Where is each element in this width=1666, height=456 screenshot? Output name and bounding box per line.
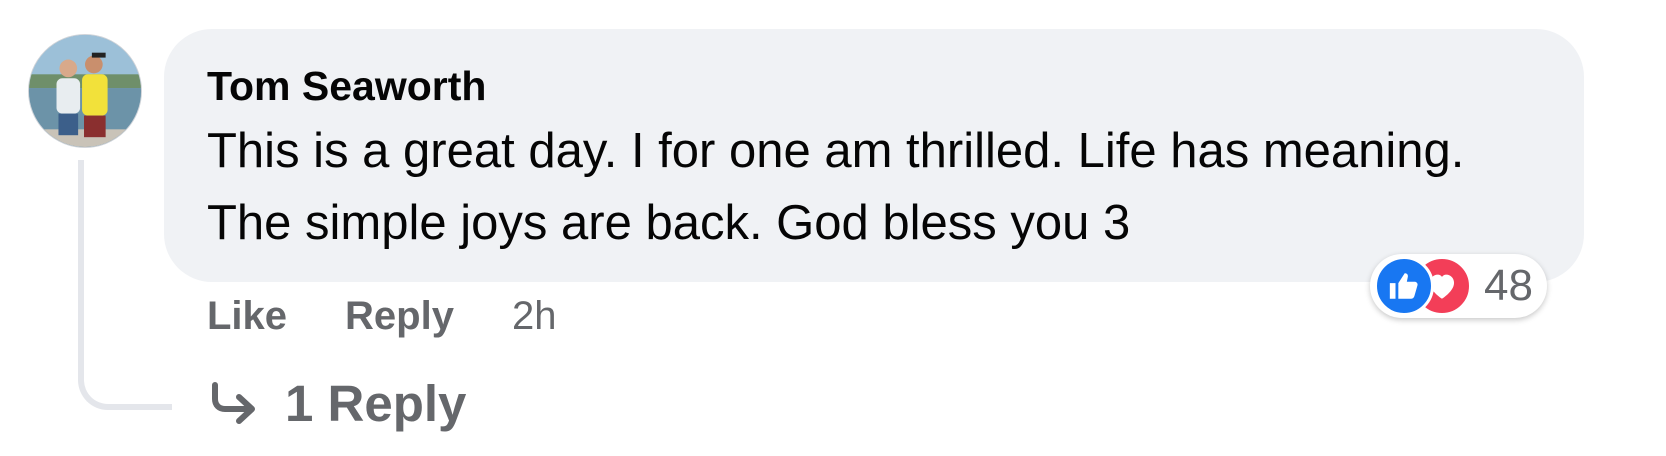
- like-button[interactable]: Like: [207, 294, 287, 339]
- reply-arrow-icon: [212, 382, 255, 424]
- reply-thread-line: [78, 160, 172, 410]
- comment-text: This is a great day. I for one am thrill…: [207, 124, 1465, 250]
- avatar[interactable]: [28, 34, 142, 148]
- reactions-summary[interactable]: 48: [1370, 254, 1547, 318]
- comment-author[interactable]: Tom Seaworth: [207, 61, 1544, 111]
- comment-actions: Like Reply 2h: [207, 288, 556, 344]
- reply-button[interactable]: Reply: [345, 294, 454, 339]
- like-reaction-icon: [1374, 256, 1434, 316]
- comment-timestamp[interactable]: 2h: [512, 294, 557, 339]
- comment-bubble: Tom Seaworth This is a great day. I for …: [164, 29, 1584, 282]
- view-replies-link[interactable]: 1 Reply: [209, 372, 466, 434]
- reaction-count: 48: [1484, 261, 1533, 310]
- view-replies-label: 1 Reply: [285, 374, 467, 432]
